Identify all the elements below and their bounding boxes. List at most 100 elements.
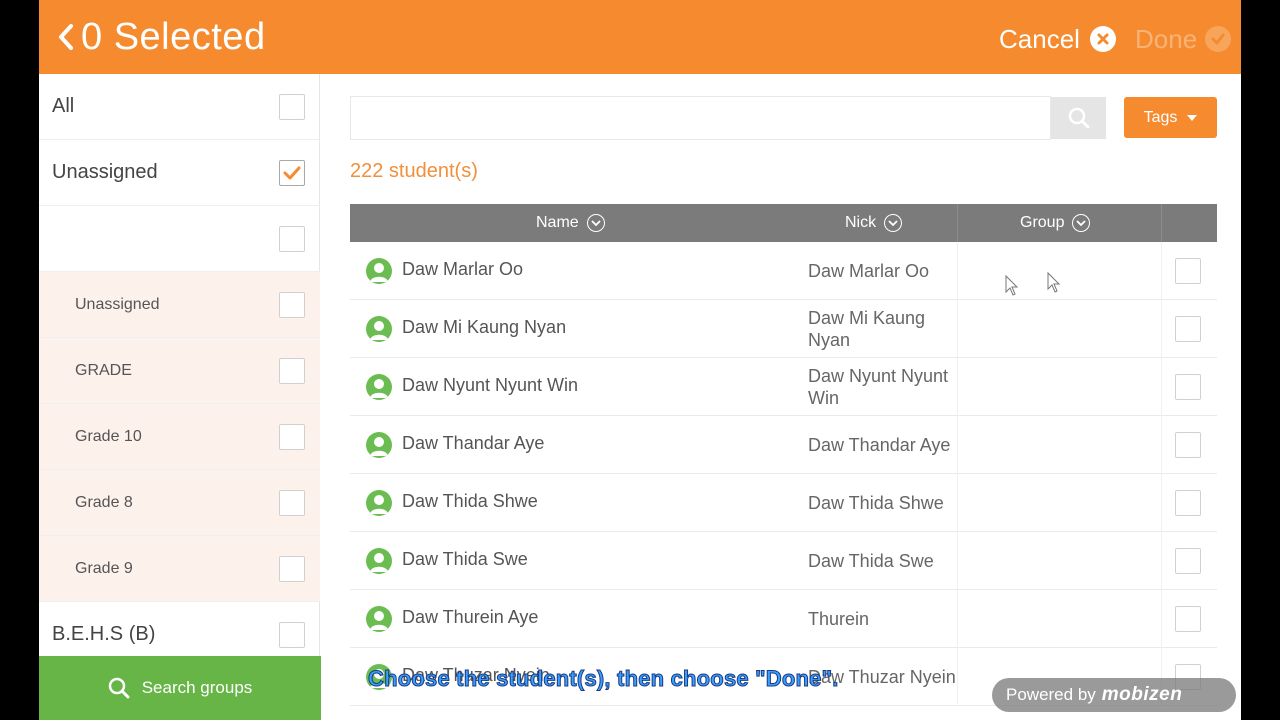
- tags-label: Tags: [1143, 108, 1178, 126]
- done-label: Done: [1135, 24, 1198, 54]
- student-nick: Daw Mi Kaung Nyan: [808, 308, 926, 350]
- row-checkbox[interactable]: [1175, 606, 1201, 632]
- user-avatar-icon: [366, 548, 392, 574]
- sidebar-checkbox[interactable]: [279, 556, 305, 582]
- student-table: Daw Marlar Oo Daw Marlar Oo Daw Mi Kaung…: [350, 242, 1217, 720]
- tags-dropdown-button[interactable]: Tags: [1124, 97, 1217, 138]
- table-row[interactable]: Daw Thida Swe Daw Thida Swe: [350, 532, 1217, 590]
- sidebar-item-all[interactable]: All: [39, 74, 320, 140]
- chevron-down-icon: [586, 214, 605, 232]
- watermark-badge: Powered by mobizen: [992, 678, 1236, 712]
- column-divider: [1161, 532, 1162, 590]
- sidebar-checkbox[interactable]: [279, 94, 305, 120]
- sidebar-item-unassigned[interactable]: Unassigned: [39, 140, 320, 206]
- user-avatar-icon: [366, 374, 392, 400]
- close-icon: [1089, 26, 1116, 52]
- column-header-name[interactable]: Name: [536, 204, 605, 242]
- cancel-label: Cancel: [999, 24, 1080, 54]
- sidebar-checkbox[interactable]: [279, 358, 305, 384]
- student-name: Daw Nyunt Nyunt Win: [402, 375, 579, 395]
- sidebar-subitem-grade-8[interactable]: Grade 8: [39, 470, 320, 536]
- column-divider: [957, 532, 958, 590]
- student-name: Daw Marlar Oo: [402, 259, 524, 279]
- row-checkbox[interactable]: [1175, 490, 1201, 516]
- student-name: Daw Thida Swe: [402, 549, 528, 569]
- group-sidebar: All Unassigned Unassigned GRADE Grade 10…: [39, 74, 321, 720]
- sidebar-item-label: Grade 10: [75, 427, 142, 445]
- student-nick: Thurein: [808, 609, 870, 629]
- table-row[interactable]: Daw Thandar Aye Daw Thandar Aye: [350, 416, 1217, 474]
- sidebar-checkbox[interactable]: [279, 226, 305, 252]
- cancel-button[interactable]: Cancel: [999, 22, 1116, 56]
- user-avatar-icon: [366, 490, 392, 516]
- student-nick: Daw Nyunt Nyunt Win: [808, 366, 949, 408]
- column-divider: [1161, 590, 1162, 648]
- table-row[interactable]: Daw Nyunt Nyunt Win Daw Nyunt Nyunt Win: [350, 358, 1217, 416]
- student-count: 222 student(s): [350, 160, 478, 182]
- column-divider: [1161, 204, 1162, 242]
- sidebar-subitem-grade-10[interactable]: Grade 10: [39, 404, 320, 470]
- done-button[interactable]: Done: [1135, 22, 1232, 56]
- user-avatar-icon: [366, 432, 392, 458]
- sidebar-item-label: Unassigned: [52, 161, 158, 183]
- table-row[interactable]: Daw Thurein Aye Thurein: [350, 590, 1217, 648]
- column-divider: [957, 474, 958, 532]
- column-header-nick[interactable]: Nick: [845, 204, 903, 242]
- caret-down-icon: [1187, 114, 1198, 121]
- sidebar-subitem-unassigned[interactable]: Unassigned: [39, 272, 320, 338]
- mouse-cursor-icon: [1047, 272, 1061, 293]
- row-checkbox[interactable]: [1175, 316, 1201, 342]
- column-divider: [957, 590, 958, 648]
- table-row[interactable]: Daw Marlar Oo Daw Marlar Oo: [350, 242, 1217, 300]
- column-divider: [957, 648, 958, 706]
- student-name: Daw Mi Kaung Nyan: [402, 317, 567, 337]
- table-row[interactable]: Daw Thida Shwe Daw Thida Shwe: [350, 474, 1217, 532]
- student-name: Daw Thurein Aye: [402, 607, 539, 627]
- column-divider: [957, 416, 958, 474]
- student-search-input[interactable]: [350, 96, 1051, 140]
- sidebar-item-label: All: [52, 95, 75, 117]
- column-divider: [957, 242, 958, 300]
- sidebar-checkbox[interactable]: [279, 622, 305, 648]
- sidebar-item-blank[interactable]: [39, 206, 320, 272]
- chevron-down-icon: [884, 214, 903, 232]
- user-avatar-icon: [366, 316, 392, 342]
- sidebar-item-label: Grade 9: [75, 559, 133, 577]
- student-nick: Daw Thida Swe: [808, 551, 934, 571]
- sidebar-item-label: Grade 8: [75, 493, 133, 511]
- sidebar-checkbox[interactable]: [279, 490, 305, 516]
- powered-by-label: Powered by: [1006, 685, 1096, 704]
- check-icon: [1205, 26, 1232, 52]
- column-divider: [957, 204, 958, 242]
- sidebar-subitem-grade[interactable]: GRADE: [39, 338, 320, 404]
- column-divider: [1161, 358, 1162, 416]
- table-row[interactable]: Daw Mi Kaung Nyan Daw Mi Kaung Nyan: [350, 300, 1217, 358]
- search-icon: [1068, 107, 1089, 129]
- back-button[interactable]: [49, 14, 83, 60]
- sidebar-checkbox[interactable]: [279, 424, 305, 450]
- column-header-group[interactable]: Group: [1020, 204, 1091, 242]
- app-window: 0 Selected Cancel Done All Unassigned Un…: [39, 0, 1241, 720]
- search-button[interactable]: [1051, 97, 1106, 139]
- column-header-label: Nick: [845, 214, 877, 231]
- column-header-label: Group: [1020, 214, 1065, 231]
- sidebar-item-label: GRADE: [75, 361, 132, 379]
- selection-count-title: 0 Selected: [81, 16, 266, 58]
- row-checkbox[interactable]: [1175, 432, 1201, 458]
- column-divider: [957, 358, 958, 416]
- student-nick: Daw Marlar Oo: [808, 261, 930, 281]
- search-groups-label: Search groups: [141, 678, 253, 697]
- column-divider: [1161, 474, 1162, 532]
- column-divider: [1161, 416, 1162, 474]
- user-avatar-icon: [366, 258, 392, 284]
- row-checkbox[interactable]: [1175, 548, 1201, 574]
- top-bar: 0 Selected Cancel Done: [39, 0, 1241, 74]
- sidebar-checkbox[interactable]: [279, 292, 305, 318]
- chevron-down-icon: [1072, 214, 1091, 232]
- row-checkbox[interactable]: [1175, 258, 1201, 284]
- sidebar-item-label: B.E.H.S (B): [52, 623, 156, 645]
- sidebar-subitem-grade-9[interactable]: Grade 9: [39, 536, 320, 602]
- sidebar-checkbox[interactable]: [279, 160, 305, 186]
- search-groups-button[interactable]: Search groups: [39, 656, 321, 720]
- row-checkbox[interactable]: [1175, 374, 1201, 400]
